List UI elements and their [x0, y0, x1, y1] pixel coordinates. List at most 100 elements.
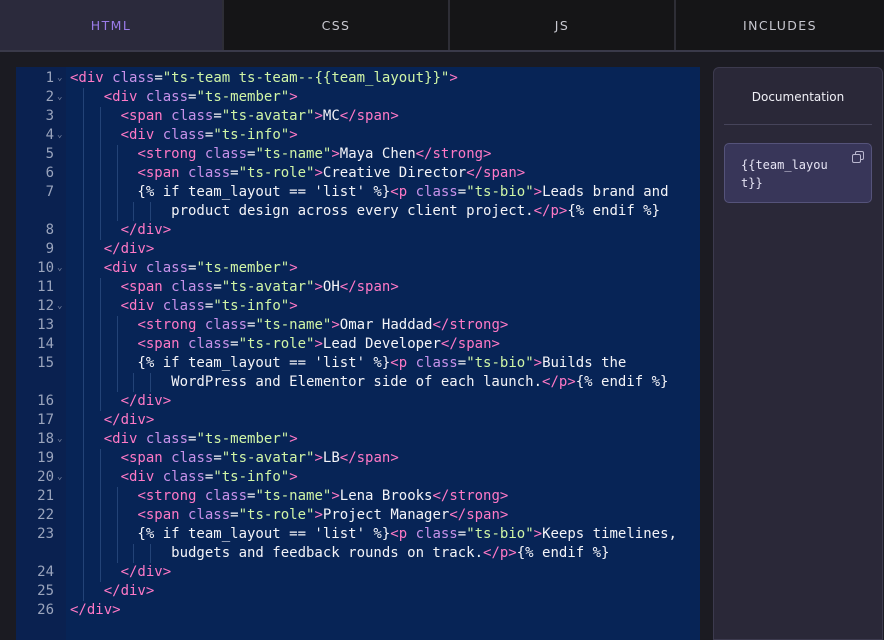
code-text: budgets and feedback rounds on track.</p…: [70, 544, 609, 563]
code-token: Builds the: [542, 355, 627, 371]
code-token: "ts-member": [196, 89, 290, 105]
code-line: 10 ⌄ <div class="ts-member">: [16, 259, 700, 278]
code-token: WordPress and Elementor side of each lau…: [70, 374, 543, 390]
line-number: 19: [37, 450, 54, 466]
code-token: OH: [322, 279, 340, 295]
code-token: {% if team_layout == 'list' %}: [70, 355, 391, 371]
code-line: 2 ⌄ <div class="ts-member">: [16, 88, 700, 107]
code-line: product design across every client proje…: [16, 202, 700, 221]
tab-js[interactable]: JS: [450, 0, 676, 50]
code-line: budgets and feedback rounds on track.</p…: [16, 544, 700, 563]
code-token: class: [171, 279, 214, 295]
fold-chevron-icon[interactable]: ⌄: [57, 430, 62, 449]
code-token: </div>: [120, 393, 172, 409]
line-number: 26: [37, 602, 54, 618]
line-number: 22: [37, 507, 54, 523]
code-token: <div: [120, 469, 163, 485]
variable-card-team-layout[interactable]: {{team_layout}}: [724, 143, 872, 203]
fold-chevron-icon[interactable]: ⌄: [57, 468, 62, 487]
code-text: </div>: [70, 240, 155, 259]
code-line: 11 <span class="ts-avatar">OH</span>: [16, 278, 700, 297]
code-text: {% if team_layout == 'list' %}<p class="…: [70, 183, 669, 202]
code-token: <span: [120, 279, 172, 295]
code-token: </span>: [339, 108, 399, 124]
code-token: LB: [322, 450, 340, 466]
code-text: </div>: [70, 563, 172, 582]
code-token: </p>: [533, 203, 568, 219]
code-token: "ts-info": [213, 298, 290, 314]
divider: [724, 124, 872, 125]
tab-includes[interactable]: INCLUDES: [676, 0, 884, 50]
code-line: 17 </div>: [16, 411, 700, 430]
code-token: class: [188, 507, 231, 523]
code-token: class: [204, 488, 248, 504]
code-line: 26 </div>: [16, 601, 700, 620]
fold-chevron-icon[interactable]: ⌄: [57, 297, 62, 316]
code-token: =: [213, 279, 222, 295]
documentation-panel: Documentation {{team_layout}}: [713, 67, 883, 640]
copy-icon[interactable]: [852, 151, 864, 163]
documentation-title: Documentation: [751, 90, 845, 104]
line-number: 20: [37, 469, 54, 485]
code-token: "ts-role": [238, 336, 315, 352]
fold-chevron-icon[interactable]: ⌄: [57, 126, 62, 145]
code-token: <span: [137, 507, 189, 523]
code-token: <p: [390, 355, 416, 371]
code-token: Lena Brooks: [339, 488, 433, 504]
code-token: "ts-info": [213, 127, 290, 143]
code-token: class: [162, 127, 205, 143]
code-token: =: [213, 108, 222, 124]
code-token: "ts-team ts-team--{{team_layout}}": [162, 70, 450, 86]
code-token: >: [331, 317, 340, 333]
line-number: 15: [37, 355, 54, 371]
tab-css[interactable]: CSS: [224, 0, 450, 50]
code-text: <span class="ts-avatar">LB</span>: [70, 449, 399, 468]
code-editor[interactable]: 1 ⌄ <div class="ts-team ts-team--{{team_la…: [16, 67, 700, 640]
line-number: 18: [37, 431, 54, 447]
code-token: budgets and feedback rounds on track.: [70, 545, 484, 561]
fold-chevron-icon[interactable]: ⌄: [57, 69, 62, 88]
code-text: WordPress and Elementor side of each lau…: [70, 373, 668, 392]
code-token: class: [145, 89, 189, 105]
code-token: </div>: [103, 583, 155, 599]
code-token: class: [415, 526, 458, 542]
code-token: "ts-avatar": [221, 108, 315, 124]
line-number: 12: [37, 298, 54, 314]
code-text: </div>: [70, 411, 155, 430]
code-token: class: [171, 450, 214, 466]
code-token: <div: [103, 431, 146, 447]
code-text: {% if team_layout == 'list' %}<p class="…: [70, 525, 677, 544]
tab-html[interactable]: HTML: [0, 0, 224, 50]
code-line: 19 <span class="ts-avatar">LB</span>: [16, 449, 700, 468]
code-token: >: [289, 89, 298, 105]
code-token: <span: [120, 450, 172, 466]
code-token: <span: [120, 108, 172, 124]
code-token: Omar Haddad: [339, 317, 433, 333]
code-token: >: [314, 165, 323, 181]
code-token: >: [533, 355, 543, 371]
code-token: <div: [103, 89, 146, 105]
code-line: 22 <span class="ts-role">Project Manager…: [16, 506, 700, 525]
code-token: "ts-name": [255, 146, 332, 162]
code-token: </p>: [483, 545, 517, 561]
code-token: </span>: [339, 279, 399, 295]
fold-chevron-icon[interactable]: ⌄: [57, 259, 62, 278]
code-token: Project Manager: [322, 507, 450, 523]
code-token: "ts-name": [255, 488, 332, 504]
code-token: <div: [70, 70, 113, 86]
code-token: =: [213, 450, 222, 466]
code-token: class: [112, 70, 155, 86]
line-number: 17: [37, 412, 54, 428]
code-token: Leads brand and: [542, 184, 669, 200]
fold-chevron-icon[interactable]: ⌄: [57, 88, 62, 107]
